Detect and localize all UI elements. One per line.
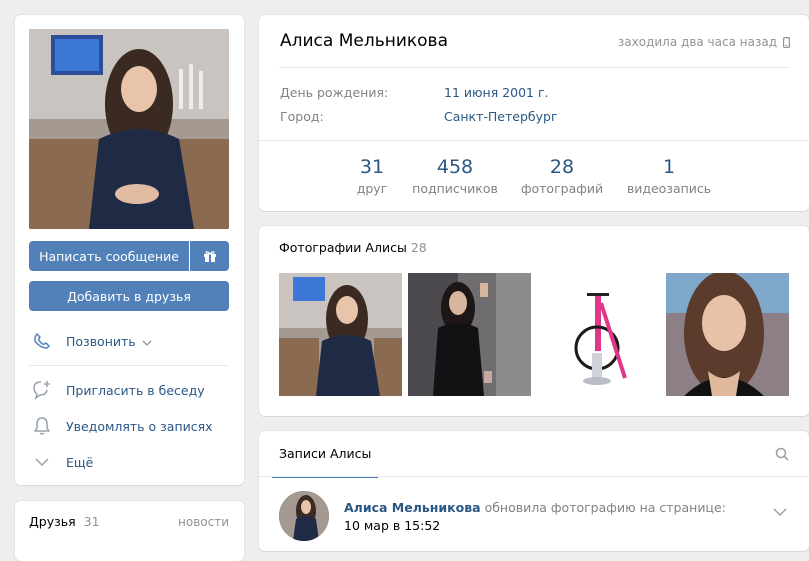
- tab-wall-posts[interactable]: Записи Алисы: [272, 431, 379, 478]
- photos-title: Фотографии Алисы: [279, 240, 407, 255]
- photo-thumbnail[interactable]: [537, 273, 660, 396]
- post-author-avatar[interactable]: [279, 491, 329, 541]
- post-header: Алиса Мельникова обновила фотографию на …: [344, 500, 726, 515]
- photo-thumbnail[interactable]: [408, 273, 531, 396]
- counter-followers[interactable]: 458 подписчиков: [407, 155, 503, 196]
- photos-header[interactable]: Фотографии Алисы 28: [279, 240, 427, 255]
- avatar-photo: [29, 29, 229, 229]
- call-menu-item[interactable]: Позвонить: [29, 327, 229, 355]
- profile-avatar[interactable]: [29, 29, 229, 229]
- counter-label: друг: [356, 181, 388, 196]
- photos-count: 28: [410, 240, 427, 255]
- avatar-photo: [279, 491, 329, 541]
- photo-image: [279, 273, 402, 396]
- counters-divider: [259, 140, 809, 141]
- photo-thumbnail[interactable]: [279, 273, 402, 396]
- counter-value: 31: [359, 156, 385, 178]
- invite-chat-label: Пригласить в беседу: [66, 382, 205, 398]
- notify-posts-label: Уведомлять о записях: [66, 418, 213, 434]
- counter-label: подписчиков: [412, 181, 498, 196]
- more-menu-item[interactable]: Ещё: [29, 448, 229, 476]
- call-label: Позвонить: [66, 333, 136, 349]
- counter-label: фотографий: [520, 181, 604, 196]
- search-icon[interactable]: [775, 447, 789, 465]
- friends-title: Друзья: [29, 514, 76, 529]
- birthday-value[interactable]: 11 июня 2001 г.: [444, 85, 549, 100]
- menu-divider: [29, 365, 229, 366]
- counter-value: 28: [549, 156, 575, 178]
- photo-thumbnail[interactable]: [666, 273, 789, 396]
- post-author-link[interactable]: Алиса Мельникова: [344, 500, 481, 515]
- post-timestamp[interactable]: 10 мар в 15:52: [344, 518, 440, 533]
- friends-news-link[interactable]: новости: [178, 515, 229, 529]
- wall-divider: [259, 476, 809, 477]
- send-message-button[interactable]: Написать сообщение: [29, 241, 189, 271]
- city-label: Город:: [280, 109, 324, 124]
- gift-button[interactable]: [190, 241, 229, 271]
- mobile-phone-icon: [783, 36, 790, 48]
- chevron-down-icon: [142, 334, 152, 349]
- profile-name: Алиса Мельникова: [280, 31, 448, 51]
- counter-value: 458: [436, 156, 474, 178]
- friends-block: Друзья 31 новости: [15, 501, 244, 561]
- phone-icon: [31, 330, 53, 352]
- more-label: Ещё: [66, 454, 94, 470]
- photos-block: Фотографии Алисы 28: [259, 226, 809, 416]
- invite-chat-menu-item[interactable]: Пригласить в беседу: [29, 376, 229, 404]
- online-status: заходила два часа назад: [618, 35, 790, 49]
- profile-sidebar: Написать сообщение Добавить в друзья Поз…: [15, 15, 244, 485]
- notify-posts-menu-item[interactable]: Уведомлять о записях: [29, 412, 229, 440]
- counter-label: видеозапись: [626, 181, 712, 196]
- friends-count: 31: [83, 514, 100, 529]
- bell-icon: [31, 415, 53, 437]
- friends-header[interactable]: Друзья 31: [29, 514, 100, 529]
- add-friend-button[interactable]: Добавить в друзья: [29, 281, 229, 311]
- last-seen-text: заходила два часа назад: [617, 35, 777, 49]
- gift-icon: [203, 251, 216, 262]
- counter-value: 1: [662, 156, 676, 178]
- photo-image: [666, 273, 789, 396]
- counter-videos[interactable]: 1 видеозапись: [621, 155, 717, 196]
- chevron-down-icon: [31, 451, 53, 473]
- profile-info: Алиса Мельникова заходила два часа назад…: [259, 15, 809, 211]
- counter-friends[interactable]: 31 друг: [351, 155, 393, 196]
- wall-block: Записи Алисы Алиса Мельникова обновила ф…: [259, 431, 809, 551]
- birthday-label: День рождения:: [280, 85, 389, 100]
- photo-image: [408, 273, 531, 396]
- photo-image: [537, 273, 660, 396]
- counter-photos[interactable]: 28 фотографий: [519, 155, 605, 196]
- post-action-text: обновила фотографию на странице:: [484, 500, 726, 515]
- chat-add-icon: [31, 379, 53, 401]
- city-value[interactable]: Санкт-Петербург: [444, 109, 558, 124]
- header-divider: [279, 67, 789, 68]
- chevron-down-icon[interactable]: [773, 505, 787, 520]
